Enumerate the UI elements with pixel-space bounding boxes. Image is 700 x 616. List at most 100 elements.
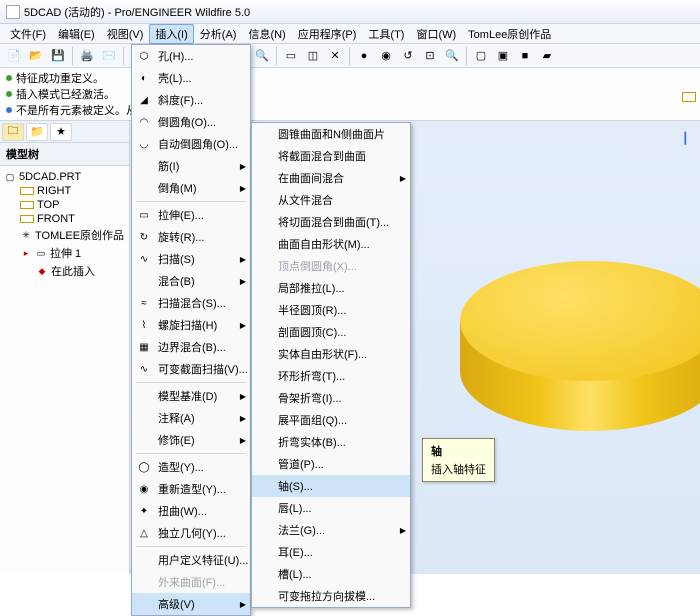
success-icon (6, 91, 12, 97)
menu-item[interactable]: 用户定义特征(U)... (132, 549, 250, 571)
window-title: 5DCAD (活动的) - Pro/ENGINEER Wildfire 5.0 (24, 4, 250, 20)
search-icon[interactable]: 🔍 (252, 46, 272, 66)
menu-item[interactable]: ↻旋转(R)... (132, 226, 250, 248)
menu-item[interactable]: 模型基准(D)▶ (132, 385, 250, 407)
menu-item[interactable]: 半径圆顶(R)... (252, 299, 410, 321)
menu-item[interactable]: ◉重新造型(Y)... (132, 478, 250, 500)
menu-item[interactable]: 骨架折弯(I)... (252, 387, 410, 409)
menu-item[interactable]: ◯造型(Y)... (132, 456, 250, 478)
menu-item[interactable]: 管道(P)... (252, 453, 410, 475)
menu-file[interactable]: 文件(F) (4, 24, 52, 44)
menu-item[interactable]: 曲面自由形状(M)... (252, 233, 410, 255)
tree-root[interactable]: ▢5DCAD.PRT (2, 170, 127, 184)
menubar: 文件(F) 编辑(E) 视图(V) 插入(I) 分析(A) 信息(N) 应用程序… (0, 24, 700, 44)
menu-tools[interactable]: 工具(T) (362, 24, 410, 44)
tree-datum-top[interactable]: TOP (2, 198, 127, 212)
open-icon[interactable]: 📂 (26, 46, 46, 66)
menu-window[interactable]: 窗口(W) (410, 24, 462, 44)
tree-datum-front[interactable]: FRONT (2, 212, 127, 226)
save-icon[interactable]: 💾 (48, 46, 68, 66)
menu-item[interactable]: 环形折弯(T)... (252, 365, 410, 387)
menu-edit[interactable]: 编辑(E) (52, 24, 101, 44)
new-icon[interactable]: 📄 (4, 46, 24, 66)
menu-item[interactable]: 倒角(M)▶ (132, 177, 250, 199)
select-icon[interactable]: ▭ (281, 46, 301, 66)
tooltip-desc: 插入轴特征 (431, 461, 486, 477)
hidden-icon[interactable]: ▣ (493, 46, 513, 66)
spin-icon[interactable]: ↺ (398, 46, 418, 66)
menu-item[interactable]: 轴(S)... (252, 475, 410, 497)
menu-item[interactable]: 混合(B)▶ (132, 270, 250, 292)
win-icon[interactable]: ◫ (303, 46, 323, 66)
tree-extrude[interactable]: ▸▭拉伸 1 (2, 244, 127, 262)
menu-item[interactable]: 将截面混合到曲面 (252, 145, 410, 167)
app-icon (6, 5, 20, 19)
nohidden-icon[interactable]: ■ (515, 46, 535, 66)
menu-item[interactable]: 法兰(G)...▶ (252, 519, 410, 541)
tab-favorites[interactable]: ★ (50, 123, 72, 141)
tree-csys[interactable]: ✳TOMLEE原创作品 (2, 226, 127, 244)
menu-item[interactable]: 展平面组(Q)... (252, 409, 410, 431)
menu-item[interactable]: 高级(V)▶ (132, 593, 250, 615)
menu-item[interactable]: 圆锥曲面和N侧曲面片 (252, 123, 410, 145)
menu-info[interactable]: 信息(N) (242, 24, 291, 44)
menu-item[interactable]: 修饰(E)▶ (132, 429, 250, 451)
close-icon[interactable]: ✕ (325, 46, 345, 66)
menu-item[interactable]: 折弯实体(B)... (252, 431, 410, 453)
wire-icon[interactable]: ▢ (471, 46, 491, 66)
model-tree[interactable]: ▢5DCAD.PRT RIGHT TOP FRONT ✳TOMLEE原创作品 ▸… (0, 166, 129, 284)
menu-item: 外来曲面(F)... (132, 571, 250, 593)
datum-axis-icon[interactable]: ┃ (682, 132, 696, 146)
datum-plane-icon[interactable] (682, 92, 696, 102)
menu-item[interactable]: 注释(A)▶ (132, 407, 250, 429)
tab-model-tree[interactable]: 🗀 (2, 123, 24, 141)
menu-item[interactable]: 剖面圆顶(C)... (252, 321, 410, 343)
menu-item[interactable]: 可变拖拉方向拔模... (252, 585, 410, 607)
menu-item: 顶点倒圆角(X)... (252, 255, 410, 277)
render-icon[interactable]: ● (354, 46, 374, 66)
menu-item[interactable]: 筋(I)▶ (132, 155, 250, 177)
advanced-submenu: 圆锥曲面和N侧曲面片将截面混合到曲面在曲面间混合▶从文件混合将切面混合到曲面(T… (251, 122, 411, 608)
mail-icon[interactable]: ✉️ (99, 46, 119, 66)
menu-insert[interactable]: 插入(I) (149, 24, 193, 44)
tooltip-title: 轴 (431, 443, 486, 459)
menu-item[interactable]: ✦扭曲(W)... (132, 500, 250, 522)
menu-tomlee[interactable]: TomLee原创作品 (462, 24, 557, 44)
print-icon[interactable]: 🖨️ (77, 46, 97, 66)
menu-item[interactable]: ◐壳(L)... (132, 67, 250, 89)
menu-app[interactable]: 应用程序(P) (292, 24, 363, 44)
fit-icon[interactable]: ⊡ (420, 46, 440, 66)
tab-folder[interactable]: 📁 (26, 123, 48, 141)
shade-icon[interactable]: ▰ (537, 46, 557, 66)
menu-view[interactable]: 视图(V) (101, 24, 150, 44)
titlebar: 5DCAD (活动的) - Pro/ENGINEER Wildfire 5.0 (0, 0, 700, 24)
menu-item[interactable]: 槽(L)... (252, 563, 410, 585)
menu-item[interactable]: ⌇螺旋扫描(H)▶ (132, 314, 250, 336)
tree-insert-here[interactable]: ◆在此插入 (2, 262, 127, 280)
menu-item[interactable]: ▦边界混合(B)... (132, 336, 250, 358)
menu-item[interactable]: ⬡孔(H)... (132, 45, 250, 67)
menu-item[interactable]: 在曲面间混合▶ (252, 167, 410, 189)
zoom-icon[interactable]: 🔍 (442, 46, 462, 66)
tree-datum-right[interactable]: RIGHT (2, 184, 127, 198)
menu-item[interactable]: 实体自由形状(F)... (252, 343, 410, 365)
menu-item[interactable]: 将切面混合到曲面(T)... (252, 211, 410, 233)
menu-item[interactable]: ∿可变截面扫描(V)... (132, 358, 250, 380)
menu-item[interactable]: ◢斜度(F)... (132, 89, 250, 111)
menu-item[interactable]: 局部推拉(L)... (252, 277, 410, 299)
menu-item[interactable]: ≈扫描混合(S)... (132, 292, 250, 314)
menu-item[interactable]: ∿扫描(S)▶ (132, 248, 250, 270)
menu-analysis[interactable]: 分析(A) (194, 24, 243, 44)
message-bar: 特征成功重定义。 插入模式已经激活。 不是所有元素被定义。从对话 (0, 68, 700, 121)
info-icon (6, 107, 12, 113)
success-icon (6, 75, 12, 81)
model-cylinder[interactable] (460, 261, 700, 461)
menu-item[interactable]: 唇(L)... (252, 497, 410, 519)
menu-item[interactable]: ◡自动倒圆角(O)... (132, 133, 250, 155)
menu-item[interactable]: △独立几何(Y)... (132, 522, 250, 544)
menu-item[interactable]: 耳(E)... (252, 541, 410, 563)
menu-item[interactable]: ▭拉伸(E)... (132, 204, 250, 226)
menu-item[interactable]: ◠倒圆角(O)... (132, 111, 250, 133)
menu-item[interactable]: 从文件混合 (252, 189, 410, 211)
view-icon[interactable]: ◉ (376, 46, 396, 66)
